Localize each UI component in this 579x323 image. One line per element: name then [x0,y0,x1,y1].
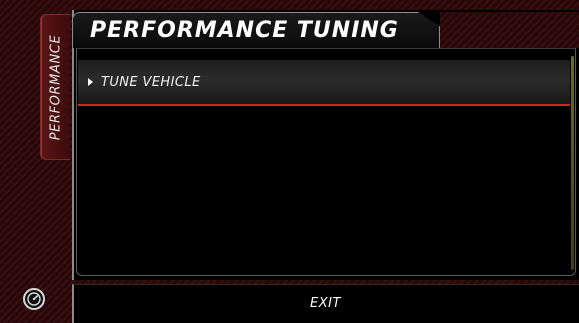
page-title: PERFORMANCE TUNING [90,18,399,43]
menu-item-label: TUNE VEHICLE [101,74,201,90]
sidebar-tab-label: PERFORMANCE [48,34,63,140]
exit-button[interactable]: EXIT [72,284,579,323]
arrow-right-icon [88,78,93,86]
sidebar: PERFORMANCE [0,0,72,323]
gauge-icon-graphic [27,292,41,306]
scrollbar[interactable] [571,56,574,270]
sidebar-tab-label-wrap: PERFORMANCE [41,14,70,160]
menu-item-tune-vehicle[interactable]: TUNE VEHICLE [78,60,570,106]
gauge-icon[interactable] [23,288,45,310]
title-bar-filler [440,12,579,48]
